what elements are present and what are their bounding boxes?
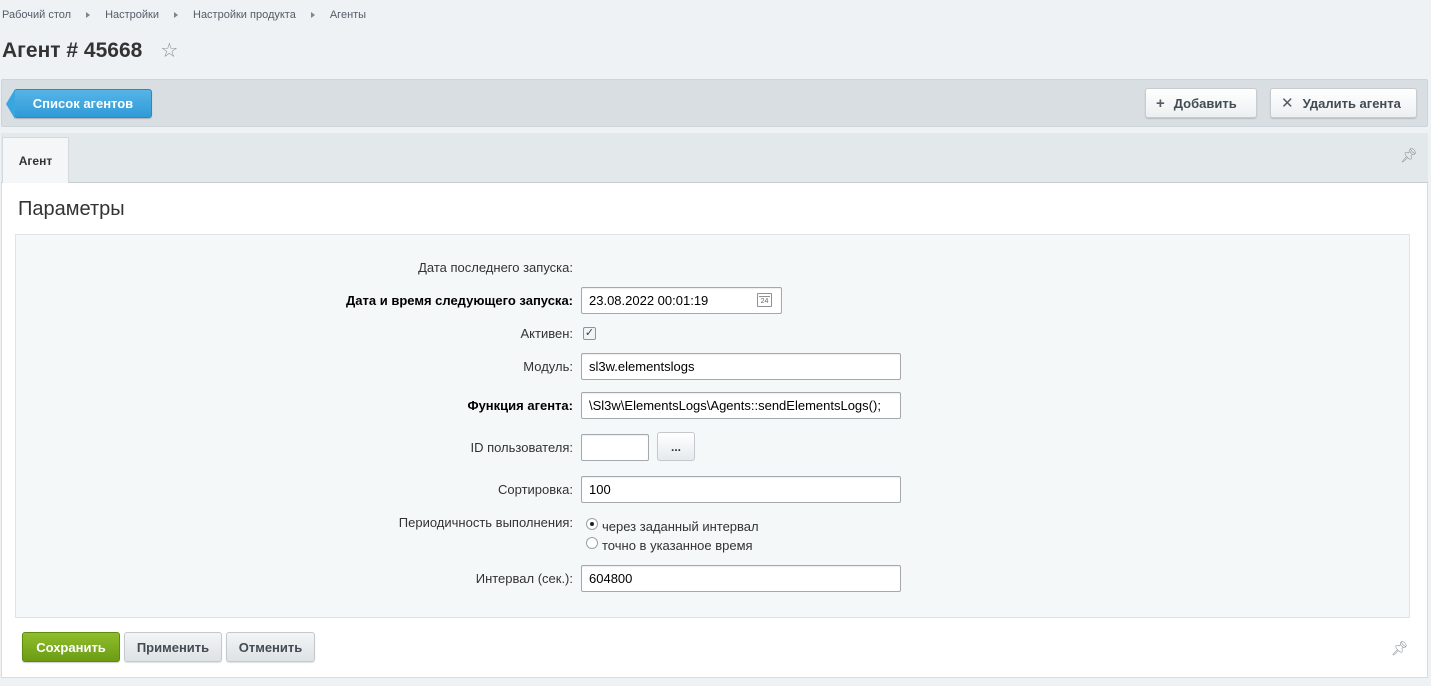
module-value: sl3w.elementslogs bbox=[589, 359, 695, 374]
toolbar: Список агентов + Добавить ✕ Удалить аген… bbox=[1, 79, 1428, 127]
star-icon[interactable]: ☆ bbox=[160, 38, 178, 63]
user-picker-button[interactable]: ... bbox=[657, 432, 695, 461]
module-label: Модуль: bbox=[523, 359, 573, 374]
breadcrumb-item-desktop[interactable]: Рабочий стол bbox=[2, 9, 71, 21]
periodicity-option-exact[interactable]: точно в указанное время bbox=[602, 538, 753, 553]
calendar-icon[interactable]: 24 bbox=[757, 293, 772, 307]
interval-input[interactable]: 604800 bbox=[581, 565, 901, 592]
active-label: Активен: bbox=[520, 326, 573, 341]
periodicity-option-interval[interactable]: через заданный интервал bbox=[602, 519, 759, 534]
periodicity-radio-exact[interactable] bbox=[586, 537, 598, 549]
page-title: Агент # 45668 bbox=[2, 38, 143, 62]
last-run-label: Дата последнего запуска: bbox=[418, 260, 573, 275]
module-input[interactable]: sl3w.elementslogs bbox=[581, 353, 901, 380]
interval-value: 604800 bbox=[589, 571, 633, 586]
pin-icon[interactable]: 📌︎ bbox=[1400, 147, 1418, 164]
tab-agent-label: Агент bbox=[18, 153, 53, 168]
delete-agent-button-label: Удалить агента bbox=[1302, 95, 1401, 111]
page-title-row: Агент # 45668 ☆ bbox=[2, 38, 178, 63]
breadcrumb-item-agents[interactable]: Агенты bbox=[330, 9, 366, 21]
periodicity-radio-interval[interactable] bbox=[586, 518, 598, 530]
close-icon: ✕ bbox=[1281, 95, 1294, 112]
user-picker-label: ... bbox=[670, 439, 681, 454]
form-box: Дата последнего запуска: Дата и время сл… bbox=[15, 234, 1410, 618]
section-title: Параметры bbox=[18, 198, 125, 220]
breadcrumb-separator-icon bbox=[86, 12, 91, 18]
sort-value: 100 bbox=[589, 482, 611, 497]
user-id-input[interactable] bbox=[581, 434, 649, 461]
function-value: \Sl3w\ElementsLogs\Agents::sendElementsL… bbox=[589, 398, 881, 413]
save-button-label: Сохранить bbox=[36, 639, 106, 655]
next-run-value: 23.08.2022 00:01:19 bbox=[589, 293, 709, 308]
tab-bar: Агент 📌︎ bbox=[1, 133, 1428, 183]
breadcrumb: Рабочий стол Настройки Настройки продукт… bbox=[2, 9, 366, 21]
apply-button[interactable]: Применить bbox=[124, 632, 222, 662]
active-checkbox[interactable]: ✓ bbox=[583, 327, 596, 340]
next-run-label: Дата и время следующего запуска: bbox=[346, 293, 573, 308]
agents-list-button[interactable]: Список агентов bbox=[6, 89, 152, 119]
calendar-day: 24 bbox=[760, 298, 769, 305]
cancel-button[interactable]: Отменить bbox=[226, 632, 315, 662]
breadcrumb-separator-icon bbox=[310, 12, 315, 18]
add-button-label: Добавить bbox=[1173, 95, 1237, 111]
function-label: Функция агента: bbox=[467, 398, 573, 413]
cancel-button-label: Отменить bbox=[238, 639, 303, 655]
breadcrumb-item-product-settings[interactable]: Настройки продукта bbox=[193, 9, 296, 21]
save-button[interactable]: Сохранить bbox=[22, 632, 120, 662]
next-run-input[interactable]: 23.08.2022 00:01:19 24 bbox=[581, 287, 782, 314]
function-input[interactable]: \Sl3w\ElementsLogs\Agents::sendElementsL… bbox=[581, 392, 901, 419]
sort-label: Сортировка: bbox=[498, 482, 573, 497]
apply-button-label: Применить bbox=[136, 639, 210, 655]
delete-agent-button[interactable]: ✕ Удалить агента bbox=[1270, 88, 1417, 118]
add-button[interactable]: + Добавить bbox=[1145, 88, 1257, 118]
periodicity-label: Периодичность выполнения: bbox=[398, 515, 573, 530]
footer-pin-icon[interactable]: 📌︎ bbox=[1391, 640, 1409, 657]
interval-label: Интервал (сек.): bbox=[475, 571, 573, 586]
agents-list-button-label: Список агентов bbox=[32, 96, 134, 111]
tab-agent[interactable]: Агент bbox=[2, 137, 69, 183]
sort-input[interactable]: 100 bbox=[581, 476, 901, 503]
user-id-label: ID пользователя: bbox=[470, 440, 573, 455]
plus-icon: + bbox=[1156, 94, 1165, 112]
main-panel: Параметры Дата последнего запуска: Дата … bbox=[1, 183, 1428, 678]
breadcrumb-separator-icon bbox=[174, 12, 178, 18]
breadcrumb-item-settings[interactable]: Настройки bbox=[105, 9, 159, 21]
